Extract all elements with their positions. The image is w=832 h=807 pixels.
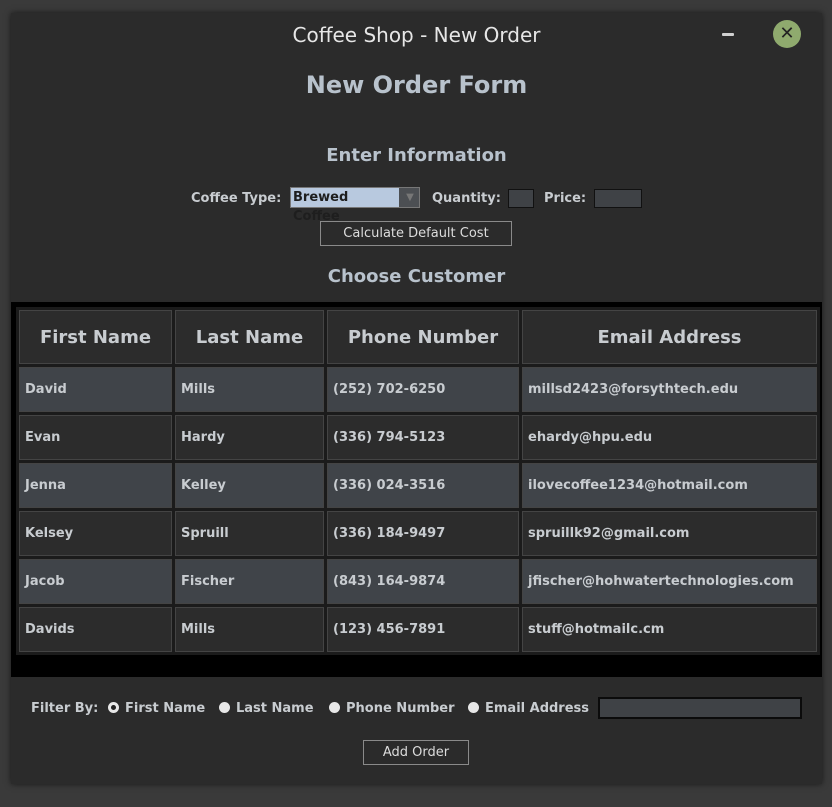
coffee-type-value: Brewed Coffee [291, 188, 399, 224]
cell-email-address: jfischer@hohwatertechnologies.com [522, 559, 817, 604]
calculate-default-cost-button[interactable]: Calculate Default Cost [320, 221, 512, 246]
table-row[interactable]: Jenna Kelley (336) 024-3516 ilovecoffee1… [19, 463, 817, 508]
quantity-field[interactable] [508, 189, 534, 208]
cell-email-address: ilovecoffee1234@hotmail.com [522, 463, 817, 508]
cell-email-address: stuff@hotmailc.cm [522, 607, 817, 652]
table-header-row: First Name Last Name Phone Number Email … [19, 310, 817, 364]
cell-first-name: Jacob [19, 559, 172, 604]
cell-first-name: Kelsey [19, 511, 172, 556]
table-row[interactable]: Evan Hardy (336) 794-5123 ehardy@hpu.edu [19, 415, 817, 460]
title-bar: Coffee Shop - New Order ✕ [11, 13, 822, 59]
column-header-phone-number[interactable]: Phone Number [327, 310, 519, 364]
table-row[interactable]: Kelsey Spruill (336) 184-9497 spruillk92… [19, 511, 817, 556]
radio-label-email-address[interactable]: Email Address [485, 701, 589, 716]
filter-bar [11, 677, 822, 784]
table-row[interactable]: Davids Mills (123) 456-7891 stuff@hotmai… [19, 607, 817, 652]
cell-first-name: Evan [19, 415, 172, 460]
minimize-icon[interactable] [721, 29, 735, 39]
column-header-email-address[interactable]: Email Address [522, 310, 817, 364]
cell-phone-number: (336) 184-9497 [327, 511, 519, 556]
cell-phone-number: (252) 702-6250 [327, 367, 519, 412]
add-order-button[interactable]: Add Order [363, 740, 469, 765]
choose-customer-heading: Choose Customer [327, 266, 506, 287]
customer-table: First Name Last Name Phone Number Email … [16, 307, 820, 655]
cell-phone-number: (843) 164-9874 [327, 559, 519, 604]
enter-information-heading: Enter Information [326, 145, 507, 166]
form-title: New Order Form [305, 71, 528, 99]
chevron-down-icon: ▼ [406, 192, 414, 203]
customer-table-container: First Name Last Name Phone Number Email … [11, 302, 822, 677]
filter-search-input[interactable] [598, 697, 802, 719]
radio-label-first-name[interactable]: First Name [125, 701, 205, 716]
cell-last-name: Spruill [175, 511, 324, 556]
cell-email-address: spruillk92@gmail.com [522, 511, 817, 556]
cell-first-name: Jenna [19, 463, 172, 508]
radio-label-phone-number[interactable]: Phone Number [346, 701, 455, 716]
radio-first-name[interactable] [108, 702, 119, 713]
cell-last-name: Kelley [175, 463, 324, 508]
table-row[interactable]: David Mills (252) 702-6250 millsd2423@fo… [19, 367, 817, 412]
filter-by-label: Filter By: [31, 701, 99, 716]
window-title: Coffee Shop - New Order [292, 23, 541, 47]
cell-last-name: Mills [175, 367, 324, 412]
cell-first-name: Davids [19, 607, 172, 652]
coffee-type-select[interactable]: Brewed Coffee ▼ [290, 187, 420, 224]
radio-phone-number[interactable] [329, 702, 340, 713]
price-label: Price: [544, 191, 587, 206]
cell-first-name: David [19, 367, 172, 412]
cell-email-address: millsd2423@forsythtech.edu [522, 367, 817, 412]
cell-phone-number: (336) 794-5123 [327, 415, 519, 460]
cell-last-name: Hardy [175, 415, 324, 460]
price-field[interactable] [594, 189, 642, 208]
close-icon[interactable]: ✕ [773, 20, 801, 48]
radio-last-name[interactable] [219, 702, 230, 713]
cell-last-name: Fischer [175, 559, 324, 604]
order-window: Coffee Shop - New Order ✕ New Order Form… [11, 13, 822, 784]
cell-last-name: Mills [175, 607, 324, 652]
cell-email-address: ehardy@hpu.edu [522, 415, 817, 460]
column-header-last-name[interactable]: Last Name [175, 310, 324, 364]
radio-email-address[interactable] [468, 702, 479, 713]
cell-phone-number: (123) 456-7891 [327, 607, 519, 652]
cell-phone-number: (336) 024-3516 [327, 463, 519, 508]
quantity-label: Quantity: [432, 191, 501, 206]
radio-label-last-name[interactable]: Last Name [236, 701, 314, 716]
table-row[interactable]: Jacob Fischer (843) 164-9874 jfischer@ho… [19, 559, 817, 604]
coffee-type-label: Coffee Type: [191, 191, 282, 206]
column-header-first-name[interactable]: First Name [19, 310, 172, 364]
